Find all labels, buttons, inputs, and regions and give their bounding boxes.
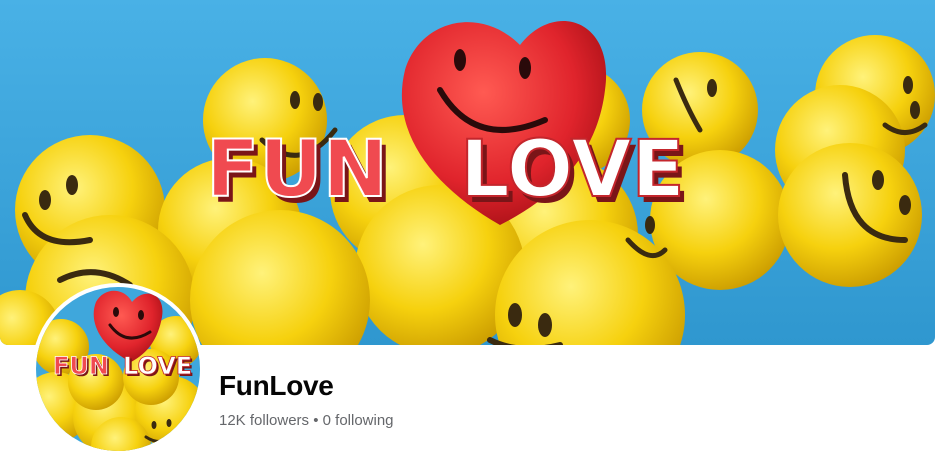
stats-separator: • bbox=[309, 412, 323, 429]
profile-picture[interactable]: FUN FUN LOVE LOVE bbox=[32, 283, 204, 455]
page-name: FunLove bbox=[219, 370, 334, 401]
banner-text-fun: FUN bbox=[206, 125, 388, 215]
followers-link[interactable]: 12K followers bbox=[219, 412, 309, 429]
following-link[interactable]: 0 following bbox=[323, 412, 394, 429]
banner-text-love: LOVE bbox=[460, 125, 685, 215]
avatar-text-fun: FUN bbox=[53, 352, 109, 380]
profile-stats: 12K followers • 0 following bbox=[219, 412, 394, 429]
avatar-text-love: LOVE bbox=[123, 352, 192, 380]
profile-image: FUN FUN LOVE LOVE bbox=[36, 287, 200, 451]
